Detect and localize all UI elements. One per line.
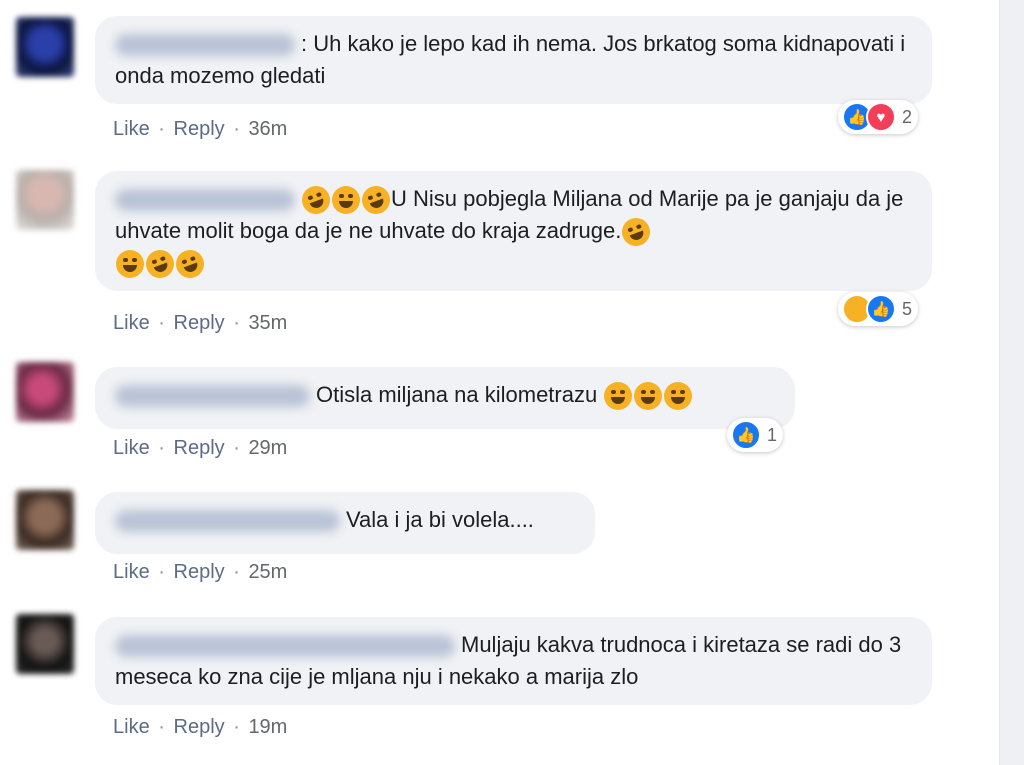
avatar[interactable] — [16, 614, 74, 674]
avatar[interactable] — [16, 170, 74, 230]
like-link[interactable]: Like — [113, 437, 150, 459]
separator: · — [233, 312, 240, 334]
timestamp[interactable]: 19m — [248, 716, 287, 738]
rolling-laughing-emoji — [142, 246, 178, 283]
timestamp[interactable]: 29m — [248, 437, 287, 459]
reply-link[interactable]: Reply — [174, 118, 225, 140]
reply-link[interactable]: Reply — [174, 716, 225, 738]
scrollbar-track[interactable] — [999, 0, 1024, 765]
separator: · — [158, 561, 165, 583]
reaction-summary[interactable]: 👍 1 — [727, 418, 784, 452]
separator: · — [158, 118, 165, 140]
separator: · — [233, 118, 240, 140]
separator: · — [233, 716, 240, 738]
comment-text-prefix: : — [301, 31, 314, 56]
avatar[interactable] — [16, 17, 74, 77]
timestamp[interactable]: 36m — [248, 118, 287, 140]
reply-link[interactable]: Reply — [174, 561, 225, 583]
comment-bubble: Vala i ja bi volela.... — [95, 492, 595, 554]
grinning-emoji — [634, 382, 663, 411]
reply-link[interactable]: Reply — [174, 437, 225, 459]
grinning-emoji — [604, 382, 633, 411]
comment-author-name[interactable] — [115, 510, 340, 533]
comment-author-name[interactable] — [115, 635, 455, 658]
love-icon: ♥ — [866, 102, 896, 132]
rolling-laughing-emoji — [298, 182, 334, 219]
reply-link[interactable]: Reply — [174, 312, 225, 334]
like-link[interactable]: Like — [113, 118, 150, 140]
separator: · — [233, 437, 240, 459]
comment-author-name[interactable] — [115, 385, 310, 408]
separator: · — [158, 312, 165, 334]
comment-author-name[interactable] — [115, 189, 295, 212]
rolling-laughing-emoji — [332, 186, 360, 215]
rolling-laughing-emoji — [116, 250, 144, 279]
comment-text: Vala i ja bi volela.... — [346, 507, 534, 532]
avatar[interactable] — [16, 490, 74, 550]
reaction-summary[interactable]: 👍 5 — [838, 292, 919, 326]
separator: · — [233, 561, 240, 583]
grinning-emoji — [664, 382, 693, 411]
rolling-laughing-emoji — [618, 214, 655, 251]
separator: · — [158, 437, 165, 459]
avatar[interactable] — [16, 362, 74, 422]
comment-bubble: : Uh kako je lepo kad ih nema. Jos brkat… — [95, 16, 932, 104]
like-icon: 👍 — [866, 294, 896, 324]
reaction-count: 1 — [767, 424, 778, 445]
comments-page: : Uh kako je lepo kad ih nema. Jos brkat… — [0, 0, 1024, 765]
comment-actions: Like · Reply · 25m — [113, 561, 287, 584]
rolling-laughing-emoji — [358, 182, 394, 219]
reaction-count: 5 — [902, 298, 913, 319]
timestamp[interactable]: 25m — [248, 561, 287, 583]
separator: · — [158, 716, 165, 738]
comment-actions: Like · Reply · 19m — [113, 716, 287, 739]
comment-author-name[interactable] — [115, 31, 301, 57]
comment-bubble: Otisla miljana na kilometrazu — [95, 367, 795, 429]
comment-actions: Like · Reply · 36m — [113, 118, 287, 141]
like-icon: 👍 — [731, 420, 761, 450]
comment-text: Otisla miljana na kilometrazu — [316, 382, 598, 407]
like-link[interactable]: Like — [113, 561, 150, 583]
blurred-name — [115, 34, 295, 57]
reaction-summary[interactable]: 👍 ♥ 2 — [838, 100, 919, 134]
like-link[interactable]: Like — [113, 312, 150, 334]
rolling-laughing-emoji — [172, 246, 208, 283]
comment-actions: Like · Reply · 29m — [113, 437, 287, 460]
like-link[interactable]: Like — [113, 716, 150, 738]
comment-bubble: U Nisu pobjegla Miljana od Marije pa je … — [95, 171, 932, 291]
reaction-count: 2 — [902, 106, 913, 127]
comment-bubble: Muljaju kakva trudnoca i kiretaza se rad… — [95, 617, 932, 705]
timestamp[interactable]: 35m — [248, 312, 287, 334]
comment-actions: Like · Reply · 35m — [113, 312, 287, 335]
